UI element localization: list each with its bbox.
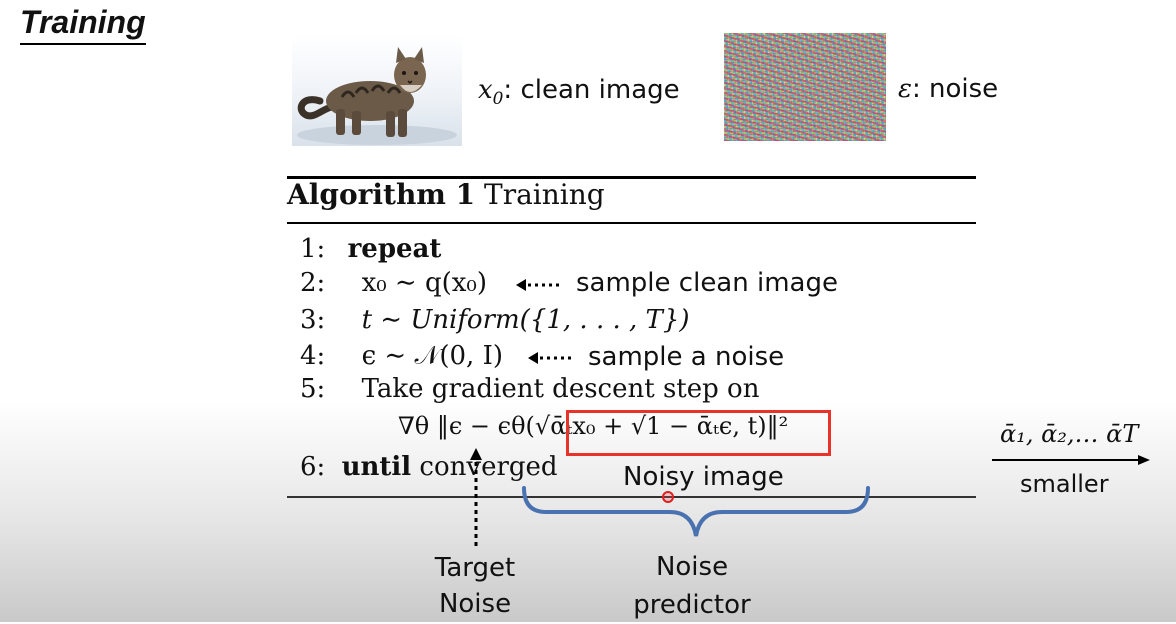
up-arrow-icon xyxy=(470,448,482,546)
right-arrow-icon xyxy=(992,455,1150,465)
line-text: repeat xyxy=(347,234,442,264)
line-text: ϵ ∼ 𝒩(0, I) xyxy=(361,341,503,371)
algo-line-1: 1: repeat xyxy=(300,234,441,264)
smaller-label: smaller xyxy=(1020,470,1109,498)
target-noise-arrow xyxy=(466,448,486,552)
target-noise-line-1: Target xyxy=(434,553,516,583)
algorithm-heading-rest: Training xyxy=(475,178,605,211)
noise-predictor-line-2: predictor xyxy=(633,590,751,620)
noise-image xyxy=(724,33,886,141)
algo-line-2: 2: x₀ ∼ q(x₀) xyxy=(300,268,487,298)
clean-image-text: : clean image xyxy=(503,75,680,105)
x-subscript: 0 xyxy=(492,88,504,109)
target-noise-label: Target Noise xyxy=(420,550,530,622)
epsilon-variable: ε xyxy=(898,74,912,104)
line-text: Take gradient descent step on xyxy=(361,374,760,404)
algo-line-6: 6: until converged xyxy=(300,452,558,482)
sample-noise-arrow xyxy=(528,343,578,377)
left-arrow-icon xyxy=(528,352,574,364)
algorithm-heading: Algorithm 1 Training xyxy=(287,178,605,211)
algo-line-4: 4: ϵ ∼ 𝒩(0, I) xyxy=(300,341,503,372)
slide-title: Training xyxy=(20,4,146,45)
target-noise-line-2: Noise xyxy=(438,589,512,619)
line-number: 3: xyxy=(300,305,326,335)
algorithm-heading-bold: Algorithm 1 xyxy=(287,178,476,211)
algo-line-3: 3: t ∼ Uniform({1, . . . , T}) xyxy=(300,305,690,335)
x-variable: x xyxy=(478,75,493,105)
smaller-arrow xyxy=(990,452,1152,472)
noise-text: : noise xyxy=(911,74,999,104)
sample-clean-arrow xyxy=(516,270,566,304)
mouse-cursor xyxy=(662,491,674,503)
line-text: x₀ ∼ q(x₀) xyxy=(361,268,487,298)
clean-cat-image xyxy=(292,35,462,146)
algorithm-mid-rule xyxy=(287,222,976,224)
sample-a-noise-label: sample a noise xyxy=(588,342,785,372)
noise-label: ε: noise xyxy=(898,74,998,104)
clean-image-label: x0: clean image xyxy=(478,75,680,108)
line-text: t ∼ Uniform({1, . . . , T}) xyxy=(361,305,690,335)
noisy-image-highlight-box xyxy=(566,410,831,456)
noise-predictor-label: Noise predictor xyxy=(622,548,762,624)
left-arrow-icon xyxy=(516,279,562,291)
noise-predictor-line-1: Noise xyxy=(655,552,729,582)
algo-line-5: 5: Take gradient descent step on xyxy=(300,374,759,404)
alpha-sequence-label: ᾱ₁, ᾱ₂,… ᾱT xyxy=(1000,420,1139,448)
cat-illustration xyxy=(297,47,457,145)
line-number: 5: xyxy=(300,374,326,404)
line-number: 4: xyxy=(300,341,326,371)
line-number: 2: xyxy=(300,268,326,298)
curly-brace-icon xyxy=(522,486,870,537)
noise-predictor-brace xyxy=(520,486,872,544)
sample-clean-image-label: sample clean image xyxy=(576,268,838,298)
line-number: 6: xyxy=(300,452,326,482)
line-number: 1: xyxy=(300,234,326,264)
line-text-bold: until xyxy=(341,452,412,482)
